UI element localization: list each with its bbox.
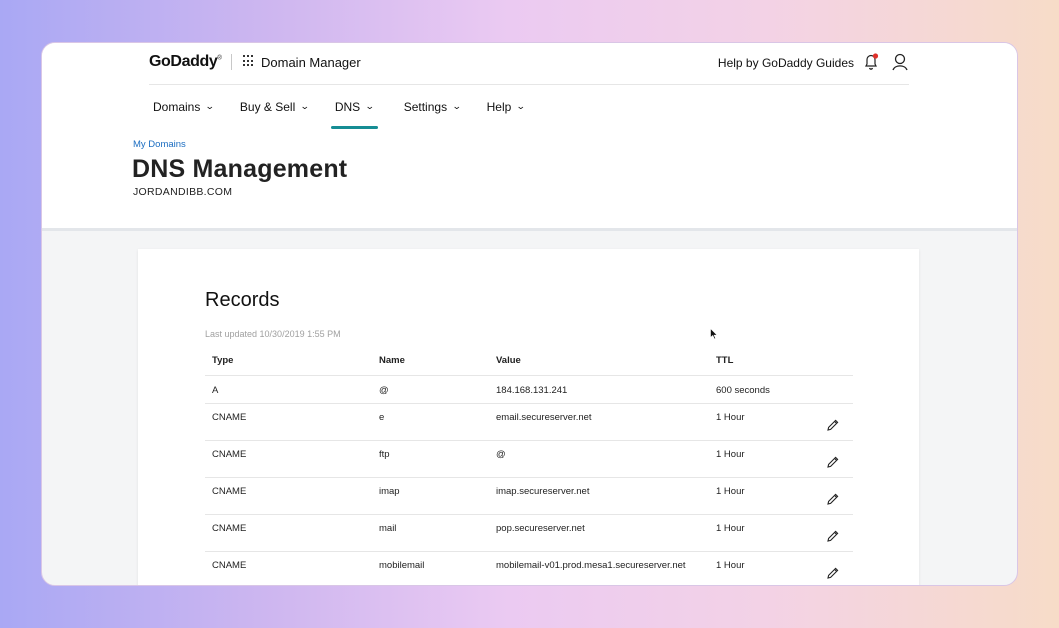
table-row: CNAME mobilemail mobilemail-v01.prod.mes… bbox=[205, 551, 853, 585]
record-actions bbox=[819, 403, 853, 441]
edit-pencil-icon[interactable] bbox=[826, 529, 840, 543]
record-type: A bbox=[205, 375, 372, 404]
records-title: Records bbox=[205, 289, 280, 311]
nav-label: Buy & Sell bbox=[239, 100, 296, 114]
record-value: pop.secureserver.net bbox=[489, 514, 709, 552]
record-name: mail bbox=[372, 514, 489, 552]
user-account-icon[interactable] bbox=[891, 52, 909, 72]
table-row: CNAME ftp @ 1 Hour bbox=[205, 440, 853, 478]
record-actions bbox=[819, 440, 853, 478]
records-card: Records Last updated 10/30/2019 1:55 PM … bbox=[138, 249, 919, 585]
col-header-name[interactable]: Name bbox=[372, 347, 489, 376]
nav-buy-sell[interactable]: Buy & Sell ⌄ bbox=[236, 85, 310, 129]
nav-domains[interactable]: Domains ⌄ bbox=[149, 85, 216, 129]
record-type: CNAME bbox=[205, 440, 372, 478]
record-actions bbox=[819, 551, 853, 585]
record-name: @ bbox=[372, 375, 489, 404]
record-actions bbox=[819, 514, 853, 552]
record-name: e bbox=[372, 403, 489, 441]
record-ttl: 1 Hour bbox=[709, 514, 819, 552]
nav-label: Help bbox=[486, 100, 512, 114]
record-name: imap bbox=[372, 477, 489, 515]
record-name: ftp bbox=[372, 440, 489, 478]
app-title[interactable]: Domain Manager bbox=[261, 55, 361, 70]
record-ttl: 600 seconds bbox=[709, 375, 819, 404]
edit-pencil-icon[interactable] bbox=[826, 492, 840, 506]
col-header-value[interactable]: Value bbox=[489, 347, 709, 376]
page-header: GoDaddy® Domain Manager Help by GoDaddy … bbox=[42, 43, 1017, 231]
record-type: CNAME bbox=[205, 551, 372, 585]
record-type: CNAME bbox=[205, 403, 372, 441]
table-row: CNAME imap imap.secureserver.net 1 Hour bbox=[205, 477, 853, 515]
nav-dns[interactable]: DNS ⌄ bbox=[330, 85, 378, 129]
domain-name: JORDANDIBB.COM bbox=[133, 186, 233, 198]
notification-bell-icon[interactable] bbox=[862, 52, 880, 72]
chevron-down-icon: ⌄ bbox=[451, 101, 462, 111]
chevron-down-icon: ⌄ bbox=[365, 101, 375, 111]
main-nav: Domains ⌄ Buy & Sell ⌄ DNS ⌄ Settings ⌄ Help… bbox=[149, 85, 547, 129]
dns-records-table: Type Name Value TTL A @ 184.168.131.241 … bbox=[205, 347, 853, 585]
record-ttl: 1 Hour bbox=[709, 477, 819, 515]
last-updated: Last updated 10/30/2019 1:55 PM bbox=[205, 329, 341, 339]
table-row: CNAME e email.secureserver.net 1 Hour bbox=[205, 403, 853, 441]
apps-grid-icon[interactable] bbox=[243, 55, 255, 67]
table-header-row: Type Name Value TTL bbox=[205, 347, 853, 376]
chevron-down-icon: ⌄ bbox=[205, 101, 216, 111]
godaddy-logo[interactable]: GoDaddy® bbox=[149, 53, 222, 71]
chevron-down-icon: ⌄ bbox=[516, 101, 526, 111]
brand-bar: GoDaddy® Domain Manager Help by GoDaddy … bbox=[149, 43, 909, 85]
record-type: CNAME bbox=[205, 514, 372, 552]
record-type: CNAME bbox=[205, 477, 372, 515]
record-ttl: 1 Hour bbox=[709, 403, 819, 441]
col-header-ttl[interactable]: TTL bbox=[709, 347, 819, 376]
record-value: 184.168.131.241 bbox=[489, 375, 709, 404]
chevron-down-icon: ⌄ bbox=[300, 101, 310, 111]
nav-label: Domains bbox=[153, 100, 201, 114]
logo-text: GoDaddy bbox=[149, 53, 218, 70]
edit-pencil-icon[interactable] bbox=[826, 566, 840, 580]
record-name: mobilemail bbox=[372, 551, 489, 585]
nav-settings[interactable]: Settings ⌄ bbox=[400, 85, 462, 129]
col-header-actions bbox=[819, 347, 853, 376]
table-row: CNAME mail pop.secureserver.net 1 Hour bbox=[205, 514, 853, 552]
record-value: mobilemail-v01.prod.mesa1.secureserver.n… bbox=[489, 551, 709, 585]
edit-pencil-icon[interactable] bbox=[826, 418, 840, 432]
record-value: @ bbox=[489, 440, 709, 478]
edit-pencil-icon[interactable] bbox=[826, 455, 840, 469]
record-actions bbox=[819, 375, 853, 404]
record-ttl: 1 Hour bbox=[709, 440, 819, 478]
record-value: imap.secureserver.net bbox=[489, 477, 709, 515]
record-ttl: 1 Hour bbox=[709, 551, 819, 585]
nav-label: Settings bbox=[403, 100, 448, 114]
record-value: email.secureserver.net bbox=[489, 403, 709, 441]
nav-help[interactable]: Help ⌄ bbox=[483, 85, 526, 129]
breadcrumb-my-domains[interactable]: My Domains bbox=[133, 139, 186, 150]
divider bbox=[231, 54, 232, 70]
table-row: A @ 184.168.131.241 600 seconds bbox=[205, 375, 853, 404]
record-actions bbox=[819, 477, 853, 515]
col-header-type[interactable]: Type bbox=[205, 347, 372, 376]
logo-mark: ® bbox=[217, 55, 222, 62]
page-title: DNS Management bbox=[132, 155, 348, 183]
nav-label: DNS bbox=[334, 100, 361, 114]
mouse-cursor-icon bbox=[710, 328, 718, 340]
browser-window: GoDaddy® Domain Manager Help by GoDaddy … bbox=[41, 42, 1018, 586]
help-guides-link[interactable]: Help by GoDaddy Guides bbox=[718, 56, 854, 70]
